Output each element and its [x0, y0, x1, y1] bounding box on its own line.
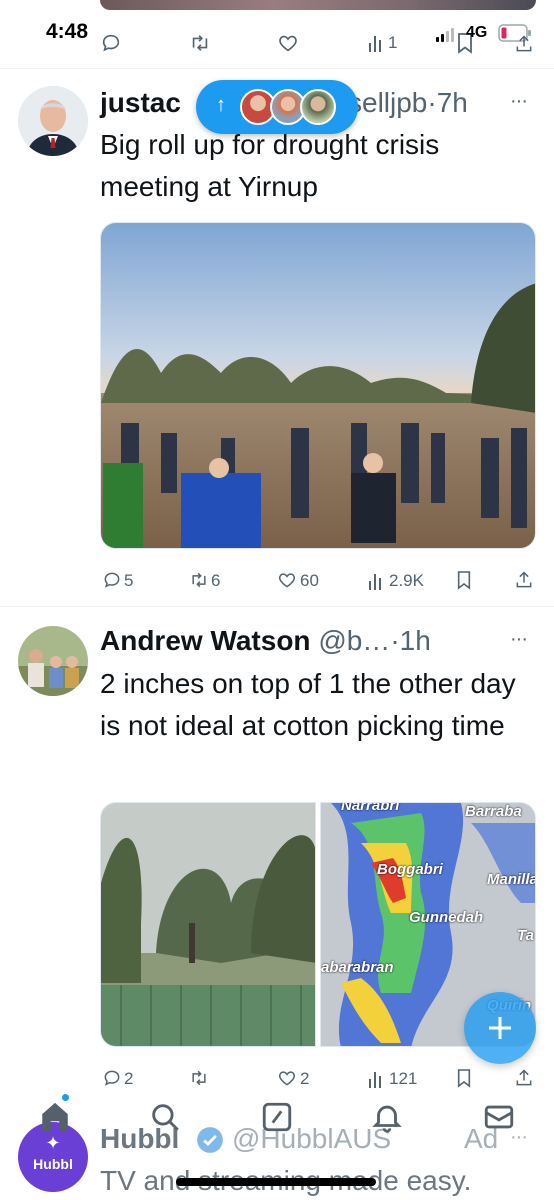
avatar[interactable]	[18, 86, 88, 156]
author-name[interactable]: Andrew Watson	[100, 625, 311, 656]
share-icon[interactable]	[514, 34, 534, 54]
separator-dot: ·	[390, 625, 400, 656]
more-options-icon[interactable]: ···	[510, 90, 528, 113]
tweet-header: justac	[100, 86, 181, 120]
map-label: Manilla	[487, 871, 536, 888]
compose-icon[interactable]	[260, 1100, 294, 1139]
author-name[interactable]: justac	[100, 87, 181, 118]
retweet-icon[interactable]	[188, 570, 210, 590]
status-time: 4:48	[46, 20, 89, 43]
search-icon[interactable]	[148, 1100, 182, 1139]
views-icon[interactable]	[368, 1070, 384, 1088]
like-count: 2	[300, 1069, 310, 1088]
bookmark-icon[interactable]	[456, 570, 472, 590]
previous-tweet-media-sliver[interactable]	[100, 0, 536, 10]
retweet-icon[interactable]	[188, 32, 212, 54]
views-count: 121	[389, 1069, 418, 1088]
reply-count: 5	[124, 571, 134, 590]
author-handle[interactable]: @b…	[318, 625, 390, 656]
retweet-icon[interactable]	[188, 1068, 210, 1088]
divider	[0, 68, 554, 69]
mail-icon[interactable]	[482, 1100, 516, 1139]
bell-icon[interactable]	[370, 1100, 404, 1139]
tweet-photo[interactable]	[100, 222, 536, 549]
hubbl-avatar-text: Hubbl	[33, 1156, 73, 1172]
like-icon[interactable]	[277, 1068, 297, 1088]
avatar[interactable]	[18, 626, 88, 696]
views-count: 1	[388, 33, 398, 52]
home-icon[interactable]	[38, 1094, 72, 1139]
signal-icon	[436, 28, 458, 47]
unread-dot	[62, 1094, 69, 1101]
map-label: Gunnedah	[409, 909, 484, 926]
share-icon[interactable]	[514, 1068, 534, 1088]
home-indicator[interactable]	[176, 1178, 376, 1186]
like-count: 60	[300, 571, 319, 590]
like-icon[interactable]	[277, 570, 297, 590]
author-handle[interactable]: selljpb·7h	[348, 86, 468, 120]
map-label: abarabran	[321, 959, 394, 976]
map-label: Barraba	[465, 803, 522, 820]
map-label: Boggabri	[377, 861, 443, 878]
retweet-count: 6	[211, 571, 221, 590]
tweet-header: Andrew Watson @b…·1h	[100, 624, 431, 658]
map-label: Narrabri	[341, 802, 400, 814]
compose-fab[interactable]	[464, 992, 536, 1064]
separator-dot: ·	[427, 87, 437, 118]
reply-count: 2	[124, 1069, 134, 1088]
post-time: 7h	[436, 87, 468, 118]
like-icon[interactable]	[277, 32, 299, 54]
network-label: 4G	[466, 24, 488, 41]
tweet-photo-left[interactable]	[100, 802, 316, 1047]
arrow-up-icon: ↑	[216, 94, 226, 116]
post-time: 1h	[399, 625, 431, 656]
tab-bar	[0, 1094, 554, 1140]
views-icon[interactable]	[368, 572, 384, 590]
more-options-icon[interactable]: ···	[510, 628, 528, 651]
views-count: 2.9K	[389, 571, 424, 590]
divider	[0, 606, 554, 607]
handle-text: selljpb	[348, 87, 428, 118]
share-icon[interactable]	[514, 570, 534, 590]
plus-icon	[489, 1017, 511, 1039]
reply-icon[interactable]	[100, 32, 122, 54]
pill-avatar	[300, 89, 336, 125]
reply-icon[interactable]	[102, 1068, 122, 1088]
map-label: Ta	[517, 927, 534, 944]
tweet-text: Big roll up for drought crisis meeting a…	[100, 129, 440, 202]
views-icon[interactable]	[368, 34, 384, 52]
tweet-text: 2 inches on top of 1 the other day is no…	[100, 668, 516, 741]
bookmark-icon[interactable]	[456, 1068, 472, 1088]
reply-icon[interactable]	[102, 570, 122, 590]
